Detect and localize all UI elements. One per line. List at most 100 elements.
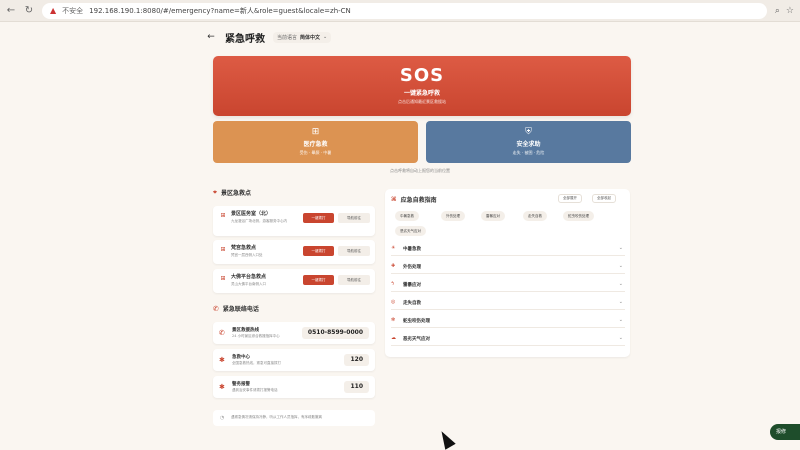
contact-card[interactable]: ✱ 急救中心 全国急救热线，紧急可直接拨打 120 [213, 349, 375, 371]
guide-header: ⌘ 应急自救指南 [391, 195, 437, 204]
contact-number[interactable]: 0510-8599-0000 [301, 327, 369, 339]
rescue-point-card: ⊞ 梵宫急救点 梵宫一层西侧入口处 一键拨打 导航前往 [213, 240, 375, 264]
contact-number[interactable]: 110 [344, 381, 369, 393]
contact-name: 景区救援热线 [232, 328, 259, 333]
guide-section[interactable]: ✻ 蛇虫咬伤处理 ⌄ [391, 314, 625, 328]
address-bar[interactable]: ▲ 不安全 192.168.190.1:8080/#/emergency?nam… [42, 2, 767, 19]
guide-chip[interactable]: 雷暴应对 [481, 211, 505, 221]
contact-name: 警务报警 [232, 382, 250, 387]
medical-kit-icon: ⊞ [220, 246, 226, 253]
call-button[interactable]: 一键拨打 [303, 275, 334, 285]
warning-icon: ▲ [50, 6, 57, 15]
guide-chip[interactable]: 走失自救 [523, 211, 547, 221]
rescue-point-card: ⊞ 大佛平台急救点 灵山大佛平台南侧入口 一键拨打 导航前往 [213, 269, 375, 293]
contact-desc: 全国急救热线，紧急可直接拨打 [232, 361, 281, 365]
reload-icon[interactable]: ↻ [24, 5, 34, 16]
rescue-point-card: ⊞ 景区医务室（北） 九龙灌浴广场北侧，游客服务中心内 一键拨打 导航前往 [213, 206, 375, 236]
chevron-down-icon: ⌄ [618, 281, 623, 287]
book-icon: ⌘ [391, 196, 397, 203]
guide-section[interactable]: ◎ 走失自救 ⌄ [391, 296, 625, 310]
language-value: 简体中文 [300, 34, 321, 41]
chevron-down-icon: ⌄ [618, 245, 623, 251]
guide-chip[interactable]: 外伤处理 [441, 211, 465, 221]
guide-section[interactable]: ☀ 中暑急救 ⌄ [391, 242, 625, 256]
contact-desc: 遇到治安事件请拨打报警电话 [232, 388, 278, 392]
chevron-down-icon: ⌄ [618, 299, 623, 305]
guide-section-label: 雷暴应对 [403, 283, 421, 288]
guide-chip[interactable]: 恶劣天气应对 [395, 226, 426, 236]
language-label: 当前语言 [277, 34, 298, 41]
back-arrow-icon[interactable]: ← [6, 5, 16, 16]
medical-desc: 受伤 · 晕厥 · 中暑 [299, 150, 332, 155]
info-icon: ◔ [220, 415, 225, 421]
guide-chip[interactable]: 中暑急救 [395, 211, 419, 221]
guide-section[interactable]: ✚ 外伤处理 ⌄ [391, 260, 625, 274]
collapse-all-button[interactable]: 全部收起 [592, 194, 616, 203]
safety-help-button[interactable]: ⛨ 安全求助 走失 · 被困 · 危险 [426, 121, 631, 163]
contacts-header: ✆ 紧急联络电话 [213, 304, 259, 314]
contact-card[interactable]: ✱ 警务报警 遇到治安事件请拨打报警电话 110 [213, 376, 375, 398]
guide-section-label: 恶劣天气应对 [403, 337, 430, 342]
medical-label: 医疗急救 [303, 141, 328, 148]
asterisk-icon: ✱ [219, 383, 225, 391]
rescue-points-title: 景区急救点 [220, 190, 251, 197]
guide-section[interactable]: ϟ 雷暴应对 ⌄ [391, 278, 625, 292]
medical-kit-icon: ⊞ [311, 127, 320, 137]
chevron-down-icon: ⌄ [323, 34, 328, 40]
page-header: ← 紧急呼救 当前语言 简体中文 ⌄ [205, 26, 332, 48]
call-button[interactable]: 一键拨打 [303, 213, 334, 223]
medical-kit-icon: ⊞ [220, 275, 226, 282]
zoom-icon[interactable]: ⌕ [775, 6, 780, 16]
navigate-button[interactable]: 导航前往 [338, 213, 370, 223]
back-button[interactable]: ← [205, 31, 217, 43]
phone-icon: ✆ [219, 329, 225, 337]
chevron-down-icon: ⌄ [618, 317, 623, 323]
guide-chip[interactable]: 蛇虫咬伤处理 [563, 211, 594, 221]
rescue-points-header: ⌖ 景区急救点 [213, 188, 251, 197]
insecure-label: 不安全 [62, 6, 84, 15]
fab-label: 报修 [776, 429, 787, 435]
rescue-point-addr: 九龙灌浴广场北侧，游客服务中心内 [231, 219, 287, 223]
guide-section-label: 外伤处理 [403, 265, 421, 270]
chevron-down-icon: ⌄ [618, 335, 623, 341]
guide-title: 应急自救指南 [400, 197, 437, 204]
guide-section-label: 中暑急救 [403, 247, 421, 252]
call-button[interactable]: 一键拨打 [303, 246, 334, 256]
language-selector[interactable]: 当前语言 简体中文 ⌄ [273, 31, 332, 43]
navigate-button[interactable]: 导航前往 [338, 246, 370, 256]
page-title: 紧急呼救 [225, 33, 265, 45]
sos-desc: 点击后通知最近景区救援站 [398, 99, 446, 104]
sos-label: SOS [399, 65, 445, 86]
expand-all-button[interactable]: 全部展开 [558, 194, 582, 203]
sun-icon: ☀ [391, 245, 396, 251]
bandage-icon: ✚ [391, 263, 396, 269]
asterisk-icon: ✱ [219, 356, 225, 364]
safety-label: 安全求助 [516, 141, 541, 148]
url-text[interactable]: 192.168.190.1:8080/#/emergency?name=新人&r… [89, 6, 351, 16]
sos-subtitle: 一键紧急呼救 [403, 90, 440, 97]
cloud-icon: ☁ [391, 335, 396, 341]
contact-number[interactable]: 120 [344, 354, 369, 366]
medical-emergency-button[interactable]: ⊞ 医疗急救 受伤 · 晕厥 · 中暑 [213, 121, 418, 163]
rescue-point-addr: 灵山大佛平台南侧入口 [231, 282, 266, 286]
contact-name: 急救中心 [232, 355, 250, 360]
safety-desc: 走失 · 被困 · 危险 [512, 150, 545, 155]
phone-icon: ✆ [213, 304, 219, 313]
report-fab[interactable]: 报修 [770, 424, 800, 440]
location-pin-icon: ⌖ [213, 188, 217, 196]
guide-section[interactable]: ☁ 恶劣天气应对 ⌄ [391, 332, 625, 346]
chevron-down-icon: ⌄ [618, 263, 623, 269]
rescue-point-addr: 梵宫一层西侧入口处 [231, 253, 263, 257]
tip-text: 遇紧急情况请保持冷静，听从工作人员指挥，有序疏散撤离 [231, 415, 322, 419]
navigate-button[interactable]: 导航前往 [338, 275, 370, 285]
contact-card[interactable]: ✆ 景区救援热线 24 小时景区综合救援指挥中心 0510-8599-0000 [213, 322, 375, 344]
self-rescue-guide: ⌘ 应急自救指南 全部展开 全部收起 中暑急救 外伤处理 雷暴应对 走失自救 蛇… [385, 189, 630, 357]
compass-icon: ◎ [391, 299, 396, 305]
star-icon[interactable]: ☆ [786, 6, 794, 16]
guide-section-label: 蛇虫咬伤处理 [403, 319, 430, 324]
guide-section-label: 走失自救 [403, 301, 421, 306]
bug-icon: ✻ [391, 317, 396, 323]
lightning-icon: ϟ [391, 281, 395, 287]
sos-button[interactable]: SOS 一键紧急呼救 点击后通知最近景区救援站 [213, 56, 631, 116]
contact-desc: 24 小时景区综合救援指挥中心 [232, 334, 280, 338]
